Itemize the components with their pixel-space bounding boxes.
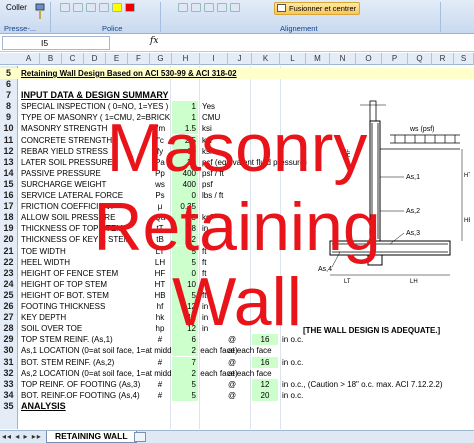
input-value-cell[interactable]: 2: [172, 367, 198, 379]
column-header: ABCDEFGHIJKLMNOPQRS: [0, 53, 474, 65]
column-header-cell[interactable]: A: [18, 53, 40, 65]
spacing-value-cell[interactable]: 20: [252, 389, 278, 401]
sheet-row: 31 BOT. STEM REINF. (As,2) #7 @16 in o.c.: [0, 356, 474, 368]
align-center-icon[interactable]: [191, 3, 201, 12]
name-box[interactable]: I5: [2, 36, 110, 50]
outdent-icon[interactable]: [230, 3, 240, 12]
underline-icon[interactable]: [86, 3, 96, 12]
at-cell: @: [228, 357, 237, 367]
row-label[interactable]: As,2 LOCATION (0=at soil face, 1=at midd…: [21, 368, 238, 379]
row-label[interactable]: INPUT DATA & DESIGN SUMMARY: [21, 90, 169, 101]
font-toolbar: [60, 3, 135, 13]
sheet-row: 33 TOP REINF. OF FOOTING (As,3) #5 @12 in o.…: [0, 378, 474, 390]
row-number: 33: [3, 378, 14, 389]
unit-cell: in o.c., (Caution > 18" o.c. max. ACI 7.…: [282, 379, 443, 389]
column-header-cell[interactable]: M: [306, 53, 330, 65]
sheet-row: 34 BOT. REINF.OF FOOTING (As,4) #5 @20 in o.…: [0, 389, 474, 401]
row-label[interactable]: BOT. REINF.OF FOOTING (As,4): [21, 390, 140, 401]
formula-bar: I5 fx: [0, 34, 474, 52]
symbol-cell: #: [157, 379, 163, 389]
tab-nav-arrows-icon[interactable]: ◂◂ ◂ ▸ ▸▸: [2, 432, 42, 441]
overlay-masonry: Masonry: [106, 110, 368, 186]
row-label[interactable]: ANALYSIS: [21, 401, 66, 412]
column-header-cell[interactable]: E: [106, 53, 128, 65]
sheet-row: 35 ANALYSIS: [0, 401, 474, 412]
unit-cell: at each face: [228, 346, 272, 356]
input-value-cell[interactable]: 5: [172, 378, 198, 390]
unit-cell: in o.c.: [282, 390, 304, 400]
merge-center-button[interactable]: Fusionner et centrer: [274, 2, 360, 15]
align-toolbar: [178, 3, 240, 13]
fill-color-icon[interactable]: [112, 3, 122, 12]
column-header-cell[interactable]: H: [172, 53, 200, 65]
unit-cell: at each face: [228, 368, 272, 378]
row-label[interactable]: TOP REINF. OF FOOTING (As,3): [21, 379, 140, 390]
border-icon[interactable]: [99, 3, 109, 12]
column-header-cell[interactable]: O: [356, 53, 382, 65]
new-sheet-icon[interactable]: [134, 432, 146, 442]
paste-label: Coller: [6, 3, 27, 12]
column-header-cell[interactable]: I: [200, 53, 228, 65]
sheet-title[interactable]: Retaining Wall Design Based on ACI 530-9…: [21, 68, 237, 79]
column-header-cell[interactable]: G: [150, 53, 172, 65]
column-header-cell[interactable]: S: [454, 53, 474, 65]
sheet-row: 6: [0, 79, 474, 90]
align-left-icon[interactable]: [178, 3, 188, 12]
bold-icon[interactable]: [60, 3, 70, 12]
unit-cell: in o.c.: [282, 357, 304, 367]
column-header-cell[interactable]: J: [228, 53, 252, 65]
sheet-tab-retaining-wall[interactable]: RETAINING WALL: [46, 431, 137, 443]
font-group-label: Police: [102, 24, 123, 33]
row-number: 8: [5, 101, 11, 112]
row-number: 5: [5, 68, 11, 78]
design-status: [THE WALL DESIGN IS ADEQUATE.]: [303, 326, 441, 335]
column-header-cell[interactable]: C: [62, 53, 84, 65]
fx-icon[interactable]: fx: [150, 36, 158, 46]
column-header-cell[interactable]: P: [382, 53, 408, 65]
column-header-cell[interactable]: N: [330, 53, 356, 65]
symbol-cell: #: [157, 390, 163, 400]
row-label[interactable]: BOT. STEM REINF. (As,2): [21, 357, 114, 368]
clipboard-group-label: Presse-...: [4, 24, 37, 33]
sheet-row: 30 As,1 LOCATION (0=at soil face, 1=at mi…: [0, 345, 474, 357]
column-header-cell[interactable]: F: [128, 53, 150, 65]
at-cell: @: [228, 379, 237, 389]
column-header-cell[interactable]: B: [40, 53, 62, 65]
row-label[interactable]: As,1 LOCATION (0=at soil face, 1=at midd…: [21, 345, 238, 356]
align-right-icon[interactable]: [204, 3, 214, 12]
symbol-cell: #: [157, 357, 163, 367]
merge-label: Fusionner et centrer: [289, 4, 357, 13]
brush-icon[interactable]: [34, 3, 46, 21]
row-number: 32: [3, 367, 14, 378]
column-header-cell[interactable]: Q: [408, 53, 432, 65]
input-value-cell[interactable]: 2: [172, 345, 198, 357]
sheet-tab-bar: ◂◂ ◂ ▸ ▸▸ RETAINING WALL: [0, 430, 474, 443]
column-header-cell[interactable]: D: [84, 53, 106, 65]
spacing-value-cell[interactable]: 16: [252, 356, 278, 368]
indent-icon[interactable]: [217, 3, 227, 12]
row-number: 7: [5, 90, 11, 101]
title-row: 5 Retaining Wall Design Based on ACI 530…: [0, 68, 474, 79]
input-value-cell[interactable]: 5: [172, 389, 198, 401]
italic-icon[interactable]: [73, 3, 83, 12]
merge-icon: [277, 4, 286, 12]
font-color-icon[interactable]: [125, 3, 135, 12]
paste-button[interactable]: Coller: [6, 3, 27, 12]
row-number: 31: [3, 356, 14, 367]
input-value-cell[interactable]: 7: [172, 356, 198, 368]
column-header-cell[interactable]: L: [280, 53, 306, 65]
row-number: 34: [3, 389, 14, 400]
alignment-group-label: Alignement: [280, 24, 318, 33]
overlay-retaining: Retaining: [93, 189, 381, 265]
column-header-cell[interactable]: R: [432, 53, 454, 65]
column-header-cell[interactable]: K: [252, 53, 280, 65]
row-number: 35: [3, 400, 14, 411]
sheet-row: 32 As,2 LOCATION (0=at soil face, 1=at mi…: [0, 367, 474, 379]
row-number: 6: [5, 79, 11, 89]
row-number: 30: [3, 345, 14, 356]
spacing-value-cell[interactable]: 12: [252, 378, 278, 390]
at-cell: @: [228, 390, 237, 400]
ribbon: Coller Fusionner et centrer Presse-... P…: [0, 0, 474, 34]
